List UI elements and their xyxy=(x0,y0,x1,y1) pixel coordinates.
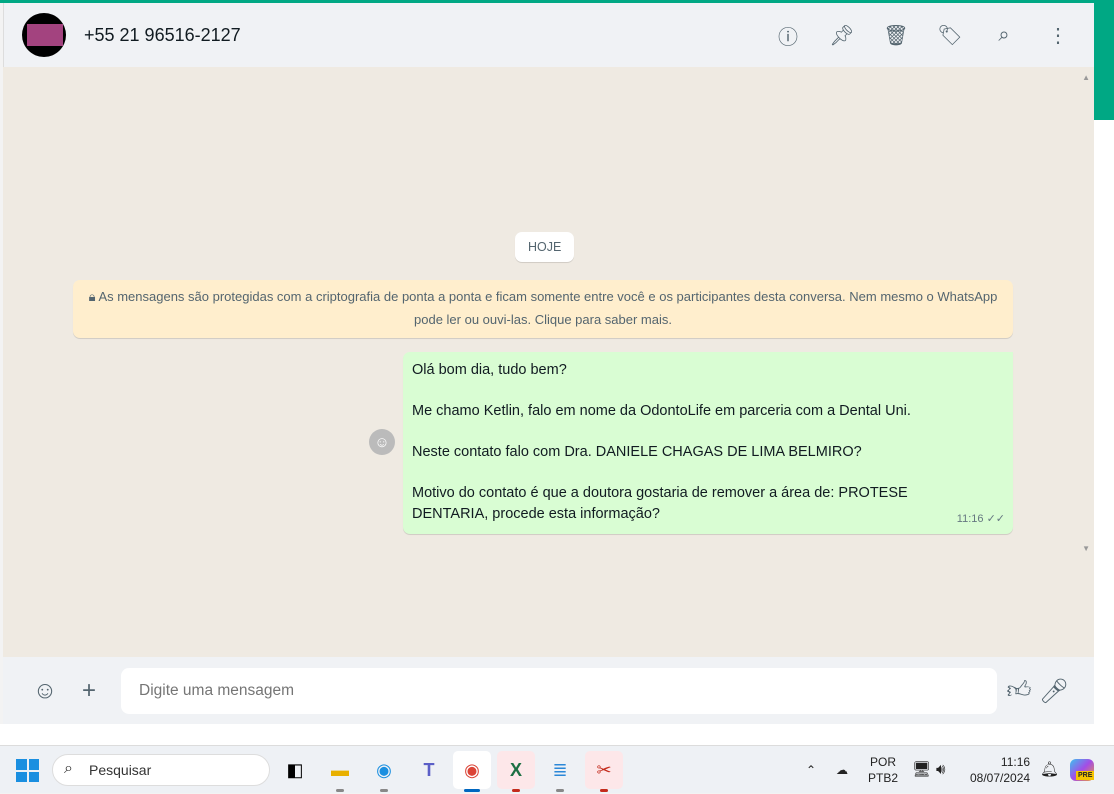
message-time: 11:16 xyxy=(956,512,984,525)
message-line: Neste contato falo com Dra. DANIELE CHAG… xyxy=(412,444,862,460)
message-line xyxy=(412,422,1004,443)
compose-bar: ☺ + 👍︎ 🎤︎ xyxy=(3,657,1094,724)
message-line: Me chamo Ketlin, falo em nome da OdontoL… xyxy=(412,403,911,419)
clock[interactable]: 11:16 08/07/2024 xyxy=(970,746,1030,794)
delete-icon[interactable]: 🗑︎ xyxy=(880,19,912,51)
double-check-icon: ✓✓ xyxy=(986,512,1005,525)
keyboard-layout: PTB2 xyxy=(868,771,899,785)
whatsapp-chat-window: +55 21 96516-2127 ⓘ 📌︎ 🗑︎ 🏷︎ ⌕ ⋮ ▲ ▼ HOJ… xyxy=(3,3,1094,724)
search-icon[interactable]: ⌕ xyxy=(988,19,1020,51)
volume-icon[interactable]: 🔊︎ xyxy=(936,746,945,794)
notification-bell-icon[interactable]: 🔔︎ xyxy=(1040,746,1059,794)
task-view-icon[interactable]: ◧ xyxy=(276,751,314,789)
edge-icon[interactable]: ◉ xyxy=(365,751,403,792)
time: 11:16 xyxy=(1000,755,1031,769)
label-icon[interactable]: 🏷︎ xyxy=(934,19,966,51)
taskbar: ⌕ Pesquisar ◧ ▬ ◉ T ◉ X ≣ ✂ ⌃ ☁ POR PTB2 🖥… xyxy=(0,745,1114,793)
search-icon: ⌕ xyxy=(64,760,73,777)
notepad-icon[interactable]: ≣ xyxy=(541,751,579,792)
scroll-down-arrow[interactable]: ▼ xyxy=(1082,544,1090,553)
info-icon[interactable]: ⓘ xyxy=(772,19,804,51)
chat-header: +55 21 96516-2127 ⓘ 📌︎ 🗑︎ 🏷︎ ⌕ ⋮ xyxy=(3,3,1094,67)
menu-icon[interactable]: ⋮ xyxy=(1042,19,1074,51)
message-line xyxy=(412,381,1004,402)
contact-name[interactable]: +55 21 96516-2127 xyxy=(84,25,241,46)
language-indicator[interactable]: POR PTB2 xyxy=(868,746,898,794)
excel-icon[interactable]: X xyxy=(497,751,535,792)
scroll-up-arrow[interactable]: ▲ xyxy=(1082,73,1090,82)
date-chip: HOJE xyxy=(515,232,575,262)
message-input[interactable] xyxy=(121,668,997,714)
window-bottom xyxy=(0,724,1094,745)
react-emoji-icon[interactable]: ☺ xyxy=(369,429,395,455)
date: 08/07/2024 xyxy=(970,771,1031,785)
language: POR xyxy=(870,755,897,769)
network-icon[interactable]: 🖥︎ xyxy=(912,746,931,794)
attach-plus-icon[interactable]: + xyxy=(74,676,104,706)
snipping-tool-icon[interactable]: ✂ xyxy=(585,751,623,792)
copilot-icon[interactable]: PRE xyxy=(1070,746,1095,794)
taskbar-search[interactable]: ⌕ Pesquisar xyxy=(52,754,270,786)
contact-avatar[interactable] xyxy=(22,13,66,57)
message-line: Motivo do contato é que a doutora gostar… xyxy=(412,485,908,522)
background-strip xyxy=(1094,0,1114,120)
microphone-icon[interactable]: 🎤︎ xyxy=(1039,676,1069,706)
encryption-notice[interactable]: 🔒︎ As mensagens são protegidas com a cri… xyxy=(73,280,1013,338)
emoji-icon[interactable]: ☺ xyxy=(30,676,60,706)
show-hidden-icons[interactable]: ⌃ xyxy=(806,746,816,794)
windows-start-icon[interactable] xyxy=(16,759,39,782)
background-area xyxy=(1094,120,1114,745)
teams-icon[interactable]: T xyxy=(410,751,448,789)
message-line xyxy=(412,463,1004,484)
chrome-icon[interactable]: ◉ xyxy=(453,751,491,792)
onedrive-offline-icon[interactable]: ☁ xyxy=(836,746,848,794)
message-list[interactable]: ▲ ▼ HOJE 🔒︎ As mensagens são protegidas … xyxy=(3,67,1094,657)
lock-icon: 🔒︎ xyxy=(88,289,99,304)
pin-icon[interactable]: 📌︎ xyxy=(826,19,858,51)
message-line: Olá bom dia, tudo bem? xyxy=(412,362,567,378)
file-explorer-icon[interactable]: ▬ xyxy=(321,751,359,792)
message-bubble[interactable]: Olá bom dia, tudo bem? Me chamo Ketlin, … xyxy=(403,352,1013,534)
thumbs-up-icon[interactable]: 👍︎ xyxy=(1004,676,1034,706)
